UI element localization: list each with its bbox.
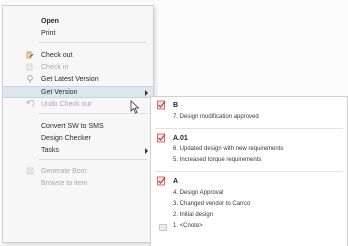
menu-separator (39, 42, 147, 43)
version-comment: 6. Updated design with new requirements (173, 146, 284, 152)
menu-item-label: Undo Check out (41, 101, 92, 108)
menu-item-label: Get Version (41, 88, 78, 96)
version-comment: 7. Design modification approved (173, 114, 259, 120)
version-check-icon (157, 133, 166, 143)
version-label: B (173, 102, 179, 109)
version-comment: 5. Increased torque requirements (173, 157, 262, 163)
version-check-icon (157, 176, 166, 186)
menu-item-check-in: Check in (3, 62, 153, 73)
menu-item-get-latest-version[interactable]: Get Latest Version (3, 74, 153, 85)
note-icon (159, 224, 167, 231)
submenu-separator (155, 171, 343, 172)
menu-item-browse-to-item: Browse to item (3, 178, 153, 189)
menu-item-label: Convert SW to SMS (41, 123, 104, 130)
get-latest-icon (27, 75, 33, 83)
menu-item-label: Check out (41, 52, 73, 59)
version-comment: 4. Design Approval (173, 190, 224, 196)
check-out-icon (26, 51, 34, 59)
bom-icon (26, 167, 34, 175)
menu-item-generate-bom: Generate Bom (3, 166, 153, 177)
submenu-separator (155, 128, 343, 129)
menu-item-label: Check in (41, 64, 69, 71)
screen: Open Print Check out Check in Get Latest… (0, 0, 348, 246)
menu-item-open[interactable]: Open (3, 16, 153, 27)
menu-item-check-out[interactable]: Check out (3, 50, 153, 61)
version-comment: 1. <Cnote> (173, 223, 203, 229)
version-label: A.01 (173, 135, 188, 142)
check-in-icon (26, 63, 33, 71)
version-comment: 2. Initial design (173, 212, 214, 218)
menu-item-print[interactable]: Print (3, 28, 153, 39)
menu-item-tasks[interactable]: Tasks (3, 145, 153, 156)
menu-item-label: Get Latest Version (41, 76, 99, 83)
version-comment: 3. Changed vendor to Carrco (173, 201, 251, 207)
menu-item-label: Design Checker (41, 135, 91, 142)
menu-item-label: Browse to item (41, 180, 88, 187)
menu-item-label: Generate Bom (41, 168, 87, 175)
version-check-icon (157, 100, 166, 110)
menu-separator (39, 159, 147, 160)
submenu-arrow-icon (145, 148, 148, 154)
submenu-arrow-icon (145, 90, 148, 96)
mouse-cursor-icon (130, 100, 140, 114)
menu-item-label: Print (41, 30, 56, 37)
menu-item-label: Tasks (41, 147, 59, 154)
menu-item-design-checker[interactable]: Design Checker (3, 133, 153, 144)
context-menu: Open Print Check out Check in Get Latest… (2, 5, 154, 243)
undo-icon (26, 100, 34, 107)
get-version-submenu: B 7. Design modification approved A.01 6… (150, 96, 348, 246)
version-item-a01[interactable]: A.01 (151, 133, 347, 144)
version-label: A (173, 178, 179, 185)
menu-item-label: Open (41, 18, 59, 25)
menu-item-convert-sw-to-sms[interactable]: Convert SW to SMS (3, 121, 153, 132)
menu-item-get-version[interactable]: Get Version (3, 86, 153, 98)
version-item-b[interactable]: B (151, 100, 347, 111)
version-item-a[interactable]: A (151, 176, 347, 187)
